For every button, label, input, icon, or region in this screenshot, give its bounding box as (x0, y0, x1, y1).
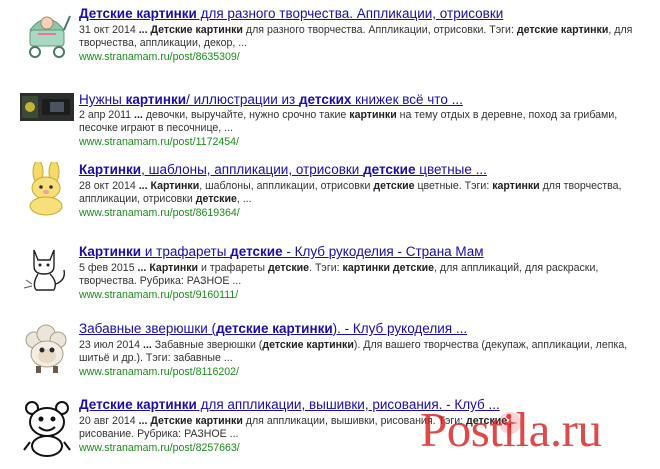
result-snippet-line: аппликации, отрисовки детские, ... (79, 193, 660, 206)
highlighted-text: картинки (492, 180, 540, 192)
text-segment: творчества. Рубрика: РАЗНОЕ ... (79, 275, 242, 288)
text-segment: , ... (236, 193, 252, 206)
cartoon-bear-thumbnail[interactable] (20, 398, 74, 458)
highlighted-text: детские картинки (262, 339, 354, 351)
text-segment: 28 окт 2014 (79, 180, 139, 192)
highlighted-text: Картинки (79, 162, 142, 177)
watermark-postila: Postila.ru (420, 402, 602, 457)
result-snippet-line: 2 апр 2011 ... девочки, выручайте, нужно… (79, 109, 660, 122)
highlighted-text: ... (143, 339, 152, 351)
text-segment: Забавные зверюшки ( (79, 321, 217, 336)
yellow-bunny-thumbnail[interactable] (20, 162, 74, 216)
text-segment: цветные ... (415, 162, 487, 177)
text-segment: песочке играют в песочнице, ... (79, 122, 234, 135)
text-segment: 5 фев 2015 (79, 262, 138, 274)
text-segment: / иллюстрации из (186, 92, 299, 107)
result-snippet-line: шитьё и др.). Тэги: забавные ... (79, 352, 660, 365)
text-segment: цветные. Тэги: (414, 180, 493, 192)
sheep-thumbnail[interactable] (20, 320, 74, 374)
text-segment: Нужны (79, 92, 126, 107)
result-snippet-line: творчества, аппликации, декор, ... (79, 37, 660, 50)
text-segment: , для аппликаций, для раскраски, (434, 262, 599, 274)
text-segment: на тему отдых в деревне, поход за грибам… (396, 109, 618, 121)
text-segment: 20 авг 2014 (79, 415, 139, 427)
text-segment: 23 июл 2014 (79, 339, 143, 351)
text-segment: рисование. Рубрика: РАЗНОЕ ... (79, 428, 239, 441)
text-segment: творчества, аппликации, декор, ... (79, 37, 248, 50)
text-segment: и трафареты (198, 262, 268, 274)
highlighted-text: детские (195, 193, 237, 206)
text-segment: и трафареты (141, 244, 231, 259)
result-title-link[interactable]: Картинки, шаблоны, аппликации, отрисовки… (79, 161, 660, 178)
result-snippet-line: 28 окт 2014 ... Картинки, шаблоны, аппли… (79, 180, 660, 193)
text-segment: Забавные зверюшки ( (151, 339, 263, 351)
text-segment: для разного творчества. Аппликации, отри… (242, 24, 517, 36)
highlighted-text: картинки детские (342, 262, 435, 274)
text-segment: ). Для вашего творчества (декупаж, аппли… (353, 339, 628, 351)
highlighted-text: ... (134, 109, 143, 121)
text-segment: для творчества, (539, 180, 622, 192)
text-segment: 2 апр 2011 (79, 109, 135, 121)
highlighted-text: детские (267, 262, 310, 274)
text-segment: , для (608, 24, 633, 36)
stroller-doll-thumbnail[interactable] (20, 6, 74, 60)
highlighted-text: детских (298, 92, 352, 107)
text-segment: , шаблоны, аппликации, отрисовки (141, 162, 364, 177)
text-segment: - Клуб рукоделия - Страна Мам (282, 244, 484, 259)
highlighted-text: ... (138, 180, 148, 192)
highlighted-text: Картинки (149, 262, 199, 274)
dark-photo-thumbnail[interactable] (20, 93, 74, 121)
text-segment: 31 окт 2014 (79, 24, 139, 36)
result-url[interactable]: www.stranamam.ru/post/8635309/ (79, 51, 660, 64)
result-snippet-line: творчества. Рубрика: РАЗНОЕ ... (79, 275, 660, 288)
highlighted-text: картинки (125, 92, 187, 107)
result-snippet-line: 23 июл 2014 ... Забавные зверюшки (детск… (79, 339, 660, 352)
text-segment: аппликации, отрисовки (79, 193, 196, 206)
highlighted-text: картинки (349, 109, 397, 121)
text-segment: . Тэги: (309, 262, 343, 274)
highlighted-text: Картинки (150, 180, 200, 192)
result-url[interactable]: www.stranamam.ru/post/8619364/ (79, 207, 660, 220)
result-snippet-line: 5 фев 2015 ... Картинки и трафареты детс… (79, 262, 660, 275)
text-segment: , шаблоны, аппликации, отрисовки (199, 180, 374, 192)
text-segment: для разного творчества. Аппликации, отри… (196, 6, 504, 21)
result-url[interactable]: www.stranamam.ru/post/1172454/ (79, 136, 660, 149)
highlighted-text: Детские картинки (150, 415, 243, 427)
highlighted-text: Картинки (79, 244, 142, 259)
highlighted-text: детские картинки (216, 321, 333, 336)
result-url[interactable]: www.stranamam.ru/post/9160111/ (79, 289, 660, 302)
text-segment: ). - Клуб рукоделия ... (332, 321, 468, 336)
text-segment: девочки, выручайте, нужно срочно такие (142, 109, 350, 121)
highlighted-text: ... (138, 24, 148, 36)
result-url[interactable]: www.stranamam.ru/post/8116202/ (79, 366, 660, 379)
text-segment: шитьё и др.). Тэги: забавные ... (79, 352, 233, 365)
highlighted-text: детские (373, 180, 415, 192)
result-title-link[interactable]: Забавные зверюшки (детские картинки). - … (79, 320, 660, 337)
cat-outline-thumbnail[interactable] (20, 240, 74, 294)
result-snippet-line: 31 окт 2014 ... Детские картинки для раз… (79, 24, 660, 37)
result-title-link[interactable]: Детские картинки для разного творчества.… (79, 5, 660, 22)
highlighted-text: Детские картинки (79, 397, 197, 412)
highlighted-text: детские картинки (516, 24, 609, 36)
highlighted-text: детские (230, 244, 283, 259)
text-segment: книжек всё что ... (351, 92, 463, 107)
highlighted-text: Детские картинки (150, 24, 243, 36)
result-title-link[interactable]: Картинки и трафареты детские - Клуб руко… (79, 243, 660, 260)
result-snippet-line: песочке играют в песочнице, ... (79, 122, 660, 135)
highlighted-text: детские (363, 162, 416, 177)
highlighted-text: Детские картинки (79, 6, 197, 21)
result-title-link[interactable]: Нужны картинки/ иллюстрации из детских к… (79, 91, 660, 108)
